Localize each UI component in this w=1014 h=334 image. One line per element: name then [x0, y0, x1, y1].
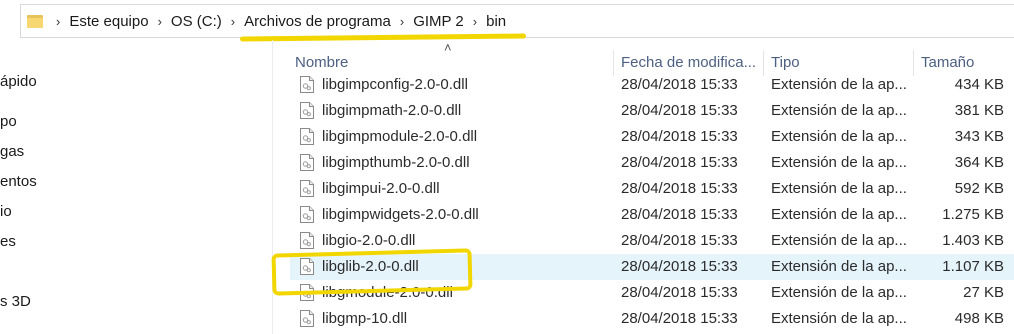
file-name: libgimpthumb-2.0-0.dll: [322, 154, 470, 171]
nav-item-documentos[interactable]: entos: [0, 173, 37, 190]
sort-ascending-icon: ˄: [444, 40, 452, 55]
dll-file-icon: [300, 154, 314, 171]
nav-item-acceso-rapido[interactable]: ápido: [0, 73, 37, 90]
file-date: 28/04/2018 15:33: [621, 310, 738, 327]
file-size: 498 KB: [954, 310, 1004, 327]
breadcrumb-os-c[interactable]: OS (C:): [171, 13, 222, 30]
file-type: Extensión de la ap...: [771, 284, 907, 301]
file-type: Extensión de la ap...: [771, 232, 907, 249]
dll-file-icon: [300, 180, 314, 197]
file-date: 28/04/2018 15:33: [621, 76, 738, 93]
chevron-right-icon[interactable]: ›: [158, 15, 162, 28]
dll-file-icon: [300, 310, 314, 327]
dll-file-icon: [300, 206, 314, 223]
breadcrumb-gimp-2[interactable]: GIMP 2: [413, 13, 464, 30]
file-row[interactable]: libgimpmodule-2.0-0.dll 28/04/2018 15:33 E…: [290, 124, 1014, 150]
file-row[interactable]: libgimpwidgets-2.0-0.dll 28/04/2018 15:33…: [290, 202, 1014, 228]
file-row[interactable]: libgimpmath-2.0-0.dll 28/04/2018 15:33 Ext…: [290, 98, 1014, 124]
file-row[interactable]: libgimpthumb-2.0-0.dll 28/04/2018 15:33 Ex…: [290, 150, 1014, 176]
file-name: libgimpmath-2.0-0.dll: [322, 102, 462, 119]
dll-file-icon: [300, 232, 314, 249]
folder-icon: [27, 14, 43, 28]
file-type: Extensión de la ap...: [771, 154, 907, 171]
nav-item-imagenes[interactable]: es: [0, 233, 16, 250]
file-size: 1.107 KB: [942, 258, 1004, 275]
chevron-right-icon[interactable]: ›: [473, 15, 477, 28]
file-type: Extensión de la ap...: [771, 102, 907, 119]
dll-file-icon: [300, 102, 314, 119]
file-date: 28/04/2018 15:33: [621, 128, 738, 145]
file-size: 434 KB: [954, 76, 1004, 93]
file-type: Extensión de la ap...: [771, 180, 907, 197]
file-date: 28/04/2018 15:33: [621, 154, 738, 171]
breadcrumb-bin[interactable]: bin: [486, 13, 506, 30]
file-date: 28/04/2018 15:33: [621, 284, 738, 301]
nav-item-video[interactable]: io: [0, 203, 12, 220]
navigation-pane: ápido po gas entos io es s 3D: [0, 40, 272, 334]
chevron-right-icon[interactable]: ›: [56, 15, 60, 28]
file-type: Extensión de la ap...: [771, 76, 907, 93]
file-size: 381 KB: [954, 102, 1004, 119]
nav-item-objetos-3d[interactable]: s 3D: [0, 293, 31, 310]
file-size: 343 KB: [954, 128, 1004, 145]
breadcrumb-este-equipo[interactable]: Este equipo: [69, 13, 148, 30]
file-list: libgimpconfig-2.0-0.dll 28/04/2018 15:33 E…: [290, 72, 1014, 332]
file-name: libgmp-10.dll: [322, 310, 408, 327]
file-name: libgimpconfig-2.0-0.dll: [322, 76, 468, 93]
file-type: Extensión de la ap...: [771, 206, 907, 223]
file-type: Extensión de la ap...: [771, 258, 907, 275]
chevron-right-icon[interactable]: ›: [400, 15, 404, 28]
file-row[interactable]: libgimpconfig-2.0-0.dll 28/04/2018 15:33 E…: [290, 72, 1014, 98]
file-date: 28/04/2018 15:33: [621, 258, 738, 275]
file-date: 28/04/2018 15:33: [621, 180, 738, 197]
file-size: 592 KB: [954, 180, 1004, 197]
file-size: 27 KB: [963, 284, 1004, 301]
yellow-circle-annotation: [271, 248, 473, 296]
file-date: 28/04/2018 15:33: [621, 232, 738, 249]
file-row[interactable]: libgmp-10.dll 28/04/2018 15:33 Extensión d…: [290, 306, 1014, 332]
nav-item-descargas[interactable]: gas: [0, 143, 24, 160]
dll-file-icon: [300, 128, 314, 145]
file-size: 364 KB: [954, 154, 1004, 171]
file-size: 1.275 KB: [942, 206, 1004, 223]
nav-item-escritorio[interactable]: po: [0, 113, 17, 130]
file-type: Extensión de la ap...: [771, 128, 907, 145]
breadcrumb-archivos-de-programa[interactable]: Archivos de programa: [244, 13, 391, 30]
file-date: 28/04/2018 15:33: [621, 102, 738, 119]
file-name: libgimpwidgets-2.0-0.dll: [322, 206, 479, 223]
file-date: 28/04/2018 15:33: [621, 206, 738, 223]
dll-file-icon: [300, 76, 314, 93]
file-type: Extensión de la ap...: [771, 310, 907, 327]
file-name: libgimpui-2.0-0.dll: [322, 180, 440, 197]
chevron-right-icon[interactable]: ›: [231, 15, 235, 28]
file-row[interactable]: libgimpui-2.0-0.dll 28/04/2018 15:33 Exten…: [290, 176, 1014, 202]
file-name: libgimpmodule-2.0-0.dll: [322, 128, 478, 145]
file-size: 1.403 KB: [942, 232, 1004, 249]
